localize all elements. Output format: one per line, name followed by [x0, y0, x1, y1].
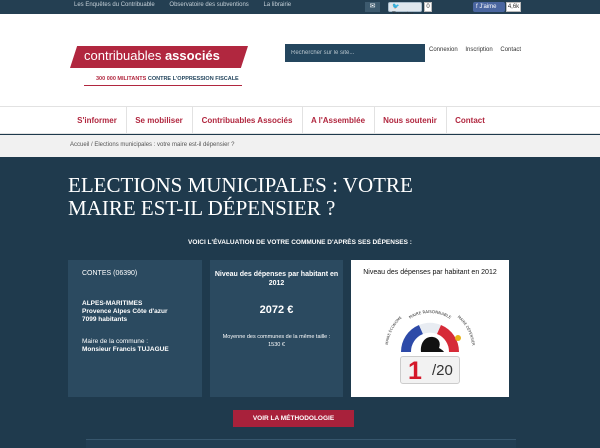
login-link[interactable]: Connexion — [429, 47, 458, 53]
svg-text:MAIRE ÉCONOME: MAIRE ÉCONOME — [385, 315, 403, 345]
rating-heading: Niveau des dépenses par habitant en 2012 — [363, 269, 497, 276]
methodology-button[interactable]: VOIR LA MÉTHODOLOGIE — [233, 410, 354, 427]
breadcrumb-text[interactable]: Accueil / Elections municipales : votre … — [70, 142, 234, 148]
header-links: Connexion Inscription Contact — [429, 47, 527, 53]
commune-region: Provence Alpes Côte d'azur — [82, 308, 168, 315]
gauge-blue-segment — [400, 325, 423, 352]
facebook-icon: f — [476, 4, 478, 10]
commune-department: ALPES-MARITIMES — [82, 300, 143, 307]
commune-card: CONTES (06390) ALPES-MARITIMES Provence … — [68, 260, 202, 397]
nav-item-nous-soutenir[interactable]: Nous soutenir — [374, 107, 446, 134]
spending-heading: Niveau des dépenses par habitant en 2012 — [214, 271, 339, 287]
mail-icon[interactable]: ✉ — [365, 2, 380, 12]
top-link-enquetes[interactable]: Les Enquêtes du Contribuable — [74, 2, 155, 8]
logo-text[interactable]: contribuables associés — [84, 48, 220, 63]
header: contribuables associés 300 000 MILITANTS… — [0, 14, 600, 106]
mayor-label: Maire de la commune : — [82, 338, 149, 345]
page-subtitle: VOICI L'ÉVALUATION DE VOTRE COMMUNE D'AP… — [188, 239, 412, 246]
twitter-icon: 🐦 — [392, 4, 400, 10]
commune-details: ALPES-MARITIMES Provence Alpes Côte d'az… — [82, 300, 167, 324]
rating-card: Niveau des dépenses par habitant en 2012… — [351, 260, 509, 397]
spending-value: 2072 € — [259, 304, 294, 316]
logo-bold: associés — [164, 48, 220, 63]
main-content: ELECTIONS MUNICIPALES : VOTRE MAIRE EST-… — [0, 157, 600, 448]
mayor-name: Monsieur Francis TUJAGUE — [82, 346, 169, 353]
top-link-librairie[interactable]: La librairie — [263, 2, 291, 8]
nav-item-sinformer[interactable]: S'informer — [68, 107, 126, 134]
mayor-info: Maire de la commune : Monsieur Francis T… — [82, 338, 169, 354]
top-link-observatoire[interactable]: Observatoire des subventions — [169, 2, 248, 8]
spending-average: Moyenne des communes de la même taille :… — [210, 333, 343, 349]
gauge-indicator-icon — [455, 335, 461, 341]
svg-text:MAIRE DÉPENSIER: MAIRE DÉPENSIER — [457, 315, 476, 346]
logo-tagline-red: 300 000 MILITANTS — [96, 76, 147, 82]
score-box: 1 /20 — [400, 356, 460, 385]
bottom-ribbon — [86, 439, 516, 448]
average-value: 1530 € — [268, 342, 285, 348]
nav-item-assemblee[interactable]: A l'Assemblée — [302, 107, 374, 134]
like-label: J'aime — [479, 4, 497, 10]
arc-top-label: MAIRE RAISONNABLE — [408, 309, 453, 320]
arc-left-label: MAIRE ÉCONOME — [385, 315, 403, 345]
tweet-count: 0 — [424, 2, 432, 12]
nav-item-se-mobiliser[interactable]: Se mobiliser — [126, 107, 192, 134]
logo-underline — [84, 85, 242, 86]
breadcrumb: Accueil / Elections municipales : votre … — [0, 135, 600, 157]
tweet-button[interactable]: 🐦 Tweeter — [388, 2, 422, 18]
logo-tagline-blue: CONTRE L'OPPRESSION FISCALE — [147, 76, 239, 82]
rating-gauge: MAIRE RAISONNABLE MAIRE ÉCONOME MAIRE DÉ… — [385, 309, 476, 352]
top-bar: Les Enquêtes du Contribuable Observatoir… — [0, 0, 600, 18]
score-scale: /20 — [432, 362, 453, 379]
search-input[interactable] — [285, 44, 425, 62]
average-label: Moyenne des communes de la même taille : — [222, 334, 331, 340]
gauge-white-segment — [419, 322, 441, 334]
logo-main: contribuables — [84, 48, 162, 63]
commune-name: CONTES (06390) — [82, 270, 138, 277]
nav-item-contact[interactable]: Contact — [446, 107, 494, 134]
page-title: ELECTIONS MUNICIPALES : VOTRE MAIRE EST-… — [68, 173, 413, 220]
score-value: 1 — [408, 357, 422, 385]
spending-card: Niveau des dépenses par habitant en 2012… — [210, 260, 343, 397]
nav-item-contribuables-associes[interactable]: Contribuables Associés — [192, 107, 302, 134]
like-count: 4,6k — [506, 2, 521, 12]
facebook-like-button[interactable]: f J'aime — [473, 2, 505, 12]
main-nav: S'informer Se mobiliser Contribuables As… — [0, 106, 600, 134]
logo-tagline: 300 000 MILITANTS CONTRE L'OPPRESSION FI… — [96, 76, 239, 82]
signup-link[interactable]: Inscription — [465, 47, 492, 53]
contact-link[interactable]: Contact — [500, 47, 521, 53]
commune-population: 7099 habitants — [82, 316, 128, 323]
mayor-silhouette-icon — [420, 336, 444, 352]
top-links: Les Enquêtes du Contribuable Observatoir… — [74, 2, 304, 8]
svg-text:MAIRE RAISONNABLE: MAIRE RAISONNABLE — [408, 309, 453, 320]
arc-right-label: MAIRE DÉPENSIER — [457, 315, 476, 346]
